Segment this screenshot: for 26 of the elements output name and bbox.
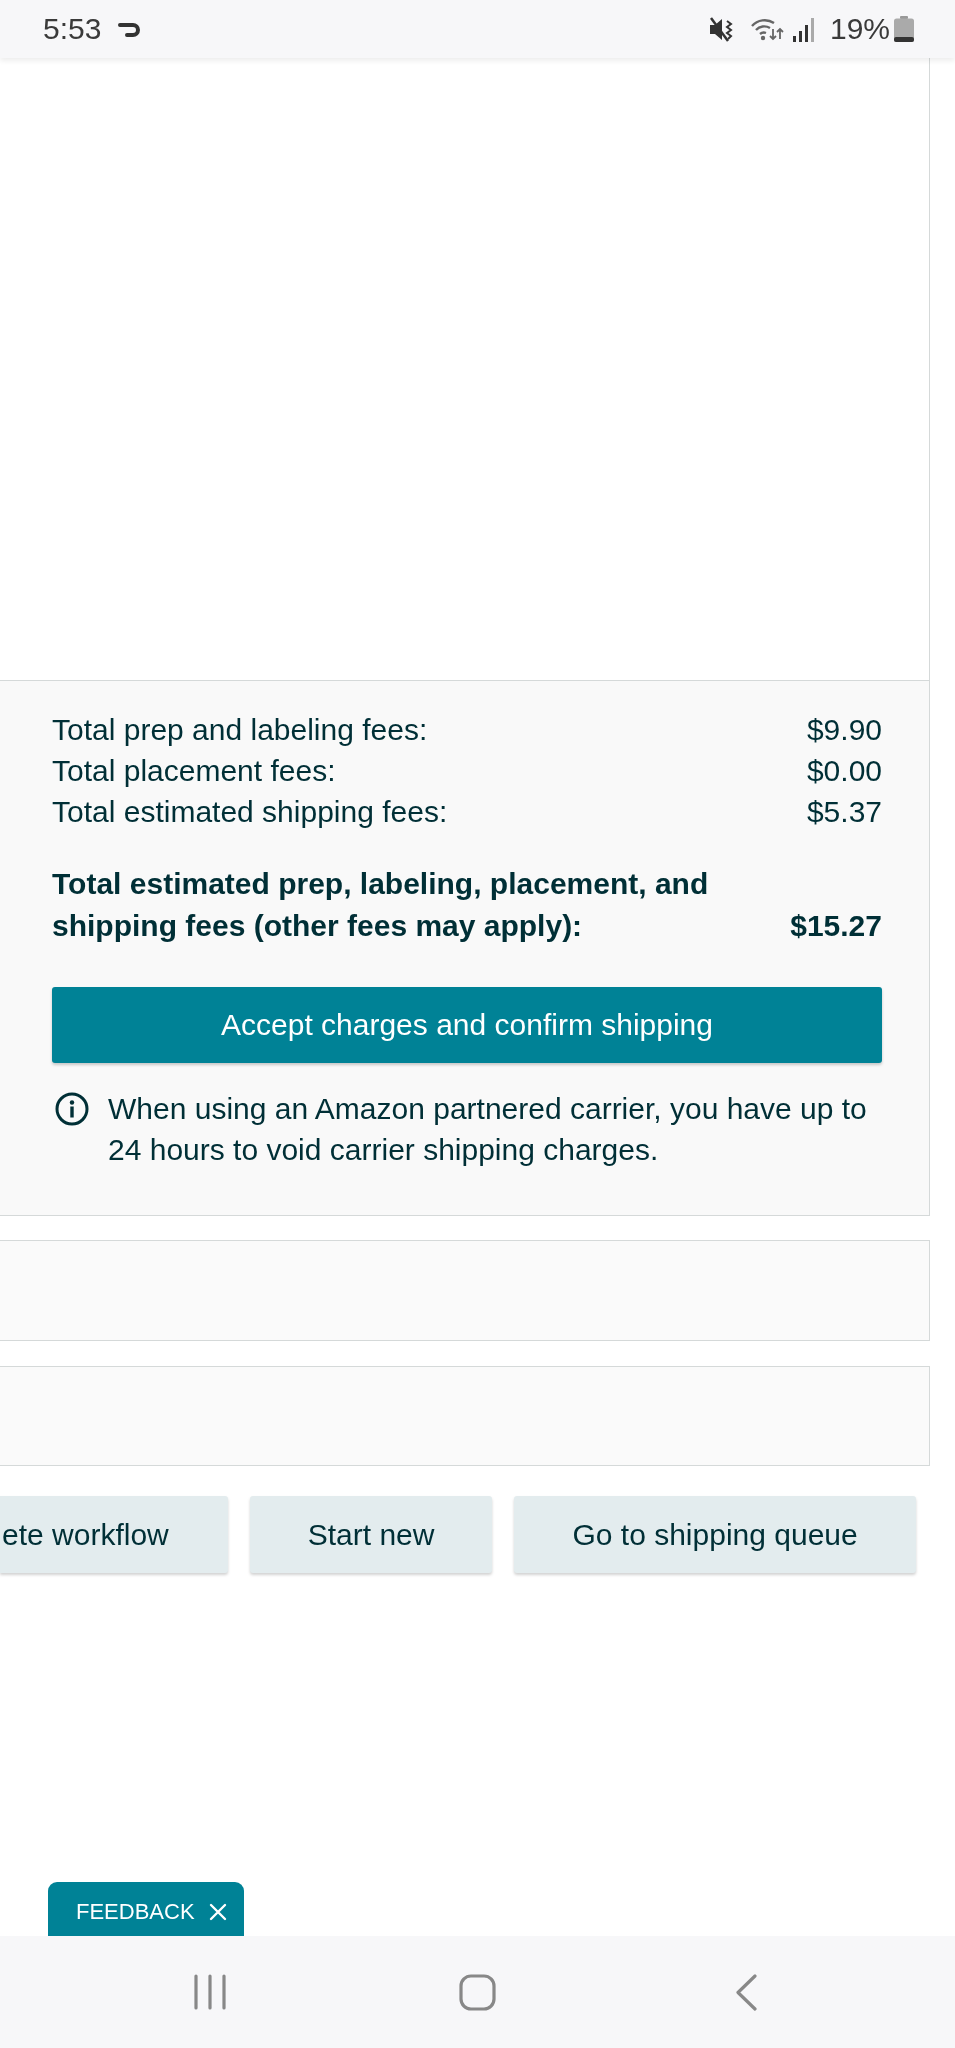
battery-percentage: 19% bbox=[829, 12, 890, 46]
status-time: 5:53 bbox=[43, 12, 102, 46]
total-fees-label: Total estimated prep, labeling, placement, and shipping fees (other fees may apply): bbox=[52, 866, 710, 944]
action-button[interactable]: Start new bbox=[249, 1496, 493, 1573]
fee-amount: $0.00 bbox=[806, 753, 882, 789]
recents-icon[interactable] bbox=[192, 1974, 227, 2010]
home-icon[interactable] bbox=[459, 1973, 496, 2011]
fee-amount: $5.37 bbox=[806, 794, 882, 830]
info-note: When using an Amazon partnered carrier, you have up to 24 hours to void carrier shipping charges. bbox=[108, 1091, 868, 1168]
signal-icon bbox=[792, 16, 816, 42]
total-fees-amount: $15.27 bbox=[790, 908, 882, 944]
fee-label: Total prep and labeling fees: bbox=[52, 712, 428, 748]
wifi-icon bbox=[749, 16, 784, 42]
fee-label: Total estimated shipping fees: bbox=[52, 794, 448, 830]
info-icon bbox=[55, 1092, 89, 1126]
vibrate-mute-icon bbox=[708, 16, 735, 42]
feedback-button[interactable]: FEEDBACK bbox=[48, 1882, 244, 1936]
action-button[interactable]: ete workflow bbox=[0, 1496, 228, 1573]
curved-dash-icon bbox=[118, 20, 143, 38]
back-icon[interactable] bbox=[734, 1973, 757, 2011]
accept-charges-button[interactable]: Accept charges and confirm shipping bbox=[52, 987, 882, 1063]
action-button[interactable]: Go to shipping queue bbox=[514, 1496, 916, 1573]
fee-label: Total placement fees: bbox=[52, 753, 336, 789]
close-icon[interactable] bbox=[208, 1903, 227, 1921]
battery-icon bbox=[894, 16, 914, 42]
fee-amount: $9.90 bbox=[806, 712, 882, 748]
